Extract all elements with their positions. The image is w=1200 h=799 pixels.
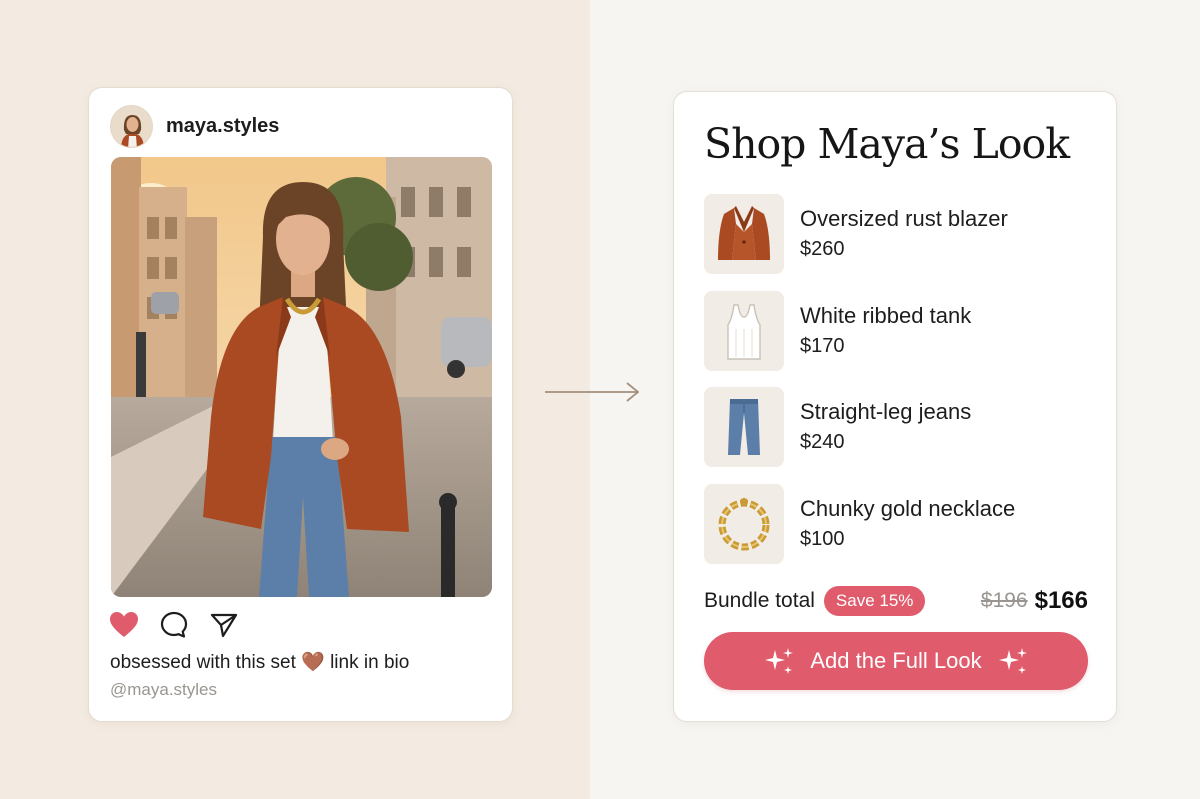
product-name: Oversized rust blazer (800, 206, 1008, 231)
product-name: Straight-leg jeans (800, 399, 972, 424)
share-icon[interactable] (209, 610, 239, 640)
bundle-label: Bundle total (704, 589, 815, 612)
product-price: $170 (800, 335, 845, 357)
product-name: White ribbed tank (800, 303, 972, 328)
product-price: $240 (800, 431, 845, 453)
product-tank[interactable]: White ribbed tank $170 (704, 290, 1094, 372)
product-price: $260 (800, 238, 845, 260)
save-badge: Save 15% (823, 586, 926, 616)
product-necklace[interactable]: Chunky gold necklace $100 (704, 483, 1094, 565)
jeans-icon (704, 387, 784, 467)
post-username[interactable]: maya.styles (166, 115, 279, 138)
necklace-icon (704, 484, 784, 564)
product-price: $100 (800, 528, 845, 550)
post-header: maya.styles (110, 104, 279, 148)
product-jeans[interactable]: Straight-leg jeans $240 (704, 386, 1094, 468)
add-full-look-button[interactable]: Add the Full Look (704, 632, 1088, 690)
old-price: $196 (980, 589, 1028, 612)
avatar[interactable] (110, 104, 153, 148)
tank-top-icon (704, 291, 784, 371)
post-photo (111, 157, 492, 597)
post-actions (109, 610, 239, 640)
sparkle-icon (765, 648, 794, 674)
product-name: Chunky gold necklace (800, 496, 1016, 521)
new-price: $166 (1034, 587, 1088, 614)
product-blazer[interactable]: Oversized rust blazer $260 (704, 193, 1094, 275)
shop-title: Shop Maya’s Look (704, 120, 1070, 168)
blazer-icon (704, 194, 784, 274)
arrow-right-icon (545, 382, 639, 402)
post-caption: obsessed with this set 🤎 link in bio (110, 652, 410, 673)
sparkle-icon (998, 648, 1027, 674)
social-post-card: maya.styles obsessed with this set 🤎 lin… (88, 87, 513, 722)
comment-icon[interactable] (159, 610, 189, 640)
shop-card: Shop Maya’s Look Oversized rust blazer $… (673, 91, 1117, 722)
bundle-total-row: Bundle total Save 15% $196 $166 (704, 584, 1088, 618)
cta-label: Add the Full Look (810, 648, 982, 673)
post-handle[interactable]: @maya.styles (110, 680, 217, 700)
heart-icon[interactable] (109, 610, 139, 640)
